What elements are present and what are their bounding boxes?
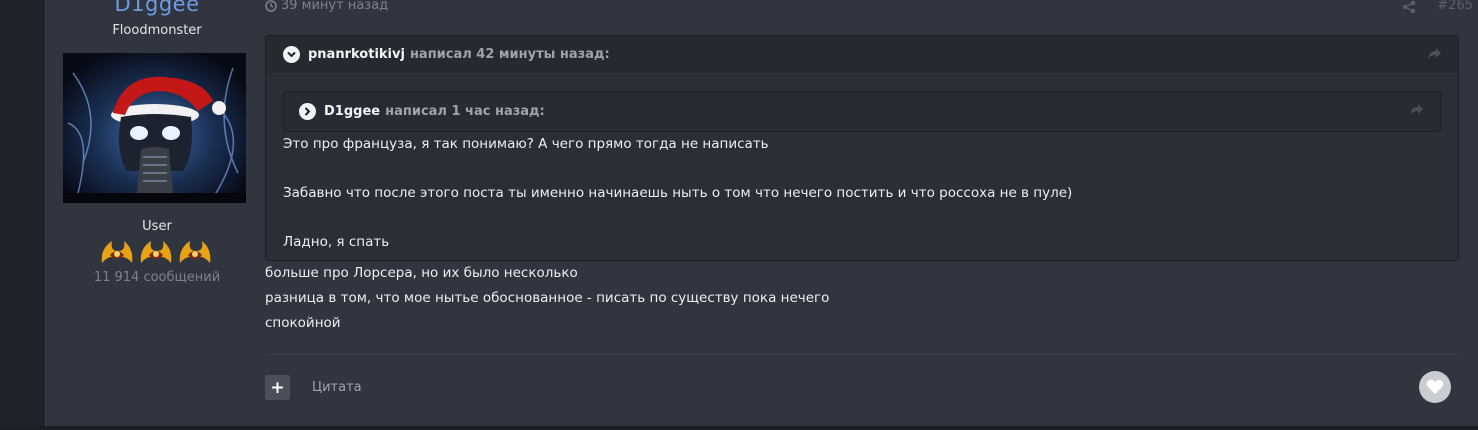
post-footer-divider [265, 354, 1457, 355]
quote-wrote-label: написал 42 минуты назад: [409, 47, 610, 62]
quote-block: pnanrkotikivj написал 42 минуты назад: D… [265, 35, 1459, 261]
nested-quote-header: D1ggee написал 1 час назад: [284, 92, 1440, 131]
quote-button[interactable]: Цитата [312, 380, 362, 395]
rank-wings-icon [101, 241, 133, 263]
page-bottom-border [0, 426, 1478, 430]
post-time-label: 39 минут назад [281, 0, 389, 13]
post-body-line: разница в том, что мое нытье обоснованно… [265, 290, 830, 306]
rank-wings-icon [179, 241, 211, 263]
chevron-down-icon[interactable] [283, 46, 300, 63]
left-gutter [0, 0, 45, 430]
author-name[interactable]: D1ggee [46, 0, 268, 16]
nested-quote-author[interactable]: D1ggee [324, 104, 380, 119]
quote-line: Забавно что после этого поста ты именно … [283, 185, 1073, 201]
rank-badges [98, 237, 216, 267]
rank-wings-icon [140, 241, 172, 263]
chevron-right-icon[interactable] [299, 103, 316, 120]
like-button[interactable] [1419, 371, 1451, 403]
post-body-line: спокойной [265, 315, 341, 331]
clock-icon [265, 0, 277, 12]
forum-post: D1ggee Floodmonster User 11 914 сообщени… [45, 0, 1478, 426]
quote-line: Это про француза, я так понимаю? А чего … [283, 136, 769, 152]
multiquote-button[interactable]: + [265, 375, 290, 400]
avatar[interactable] [63, 53, 246, 203]
quote-line: Ладно, я спать [283, 234, 390, 250]
nested-quote-block: D1ggee написал 1 час назад: [283, 91, 1441, 132]
post-number[interactable]: #265 [1437, 0, 1473, 13]
author-posts-count[interactable]: 11 914 сообщений [46, 270, 268, 285]
author-title: Floodmonster [112, 23, 202, 38]
nested-quote-wrote-label: написал 1 час назад: [385, 104, 545, 119]
reply-arrow-icon[interactable] [1409, 103, 1424, 116]
quote-header: pnanrkotikivj написал 42 минуты назад: [266, 36, 1458, 73]
author-group: User [142, 219, 172, 234]
post-body-line: больше про Лорсера, но их было несколько [265, 265, 578, 281]
avatar-image [63, 53, 246, 203]
author-panel: D1ggee Floodmonster User 11 914 сообщени… [46, 0, 268, 426]
share-icon[interactable] [1402, 0, 1416, 14]
post-time[interactable]: 39 минут назад [265, 0, 388, 13]
reply-arrow-icon[interactable] [1427, 47, 1442, 60]
heart-icon [1426, 379, 1444, 394]
quote-author[interactable]: pnanrkotikivj [308, 47, 405, 62]
